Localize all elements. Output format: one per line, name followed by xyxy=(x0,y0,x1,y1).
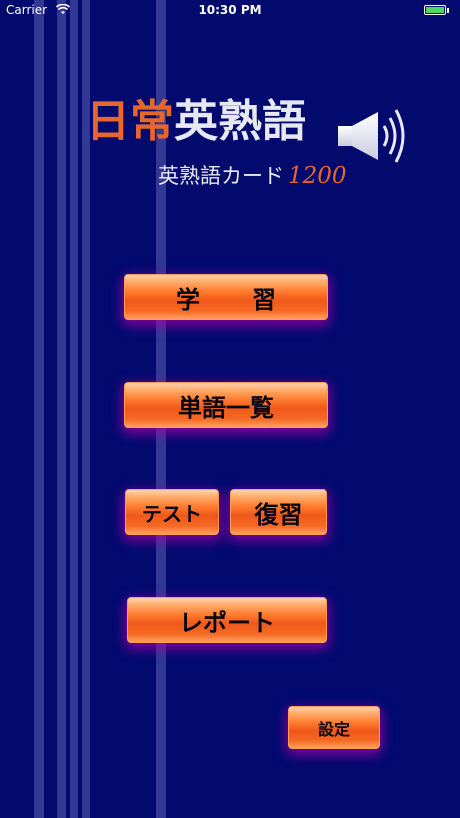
battery-cap xyxy=(447,8,449,13)
study-button[interactable]: 学習 xyxy=(124,274,328,320)
settings-button[interactable]: 設定 xyxy=(288,706,380,749)
battery-fill xyxy=(426,7,444,13)
app-subtitle: 英熟語カード 1200 xyxy=(158,160,347,190)
speaker-icon xyxy=(334,108,410,168)
background-stripe xyxy=(34,0,44,818)
report-button[interactable]: レポート xyxy=(127,597,327,643)
background-stripe xyxy=(70,0,78,818)
subtitle-text: 英熟語カード xyxy=(158,164,284,188)
word-list-button[interactable]: 単語一覧 xyxy=(124,382,328,428)
app-logo-title: 日常英熟語 xyxy=(86,100,306,144)
logo-title-part2: 英熟語 xyxy=(174,96,306,147)
logo-title-part1: 日常 xyxy=(86,96,174,147)
subtitle-number: 1200 xyxy=(288,163,347,189)
battery-icon xyxy=(424,5,446,15)
clock-label: 10:30 PM xyxy=(198,3,262,17)
background-stripe xyxy=(57,0,66,818)
status-bar: Carrier 10:30 PM xyxy=(0,0,460,22)
review-button[interactable]: 復習 xyxy=(230,489,327,535)
test-button[interactable]: テスト xyxy=(125,489,219,535)
